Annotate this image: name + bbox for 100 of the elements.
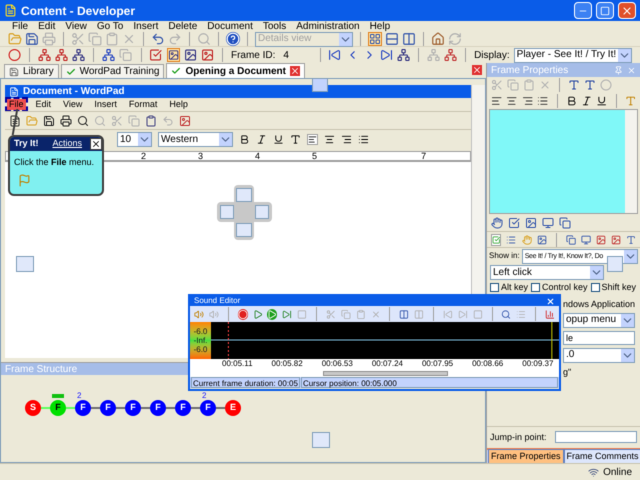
layout-icon[interactable] (368, 32, 382, 46)
help-icon[interactable] (226, 32, 240, 46)
frame-bottom-icon[interactable] (610, 234, 621, 246)
font-icon[interactable] (626, 234, 636, 246)
align-right-icon[interactable] (522, 95, 534, 107)
underline-icon[interactable] (273, 134, 284, 145)
align-left-icon[interactable] (307, 134, 318, 145)
equalizer-icon[interactable] (545, 308, 555, 320)
menu-item[interactable]: Document (207, 22, 253, 32)
list-icon[interactable] (506, 234, 516, 246)
actions-link[interactable]: Actions (52, 137, 82, 151)
branch-icon[interactable] (444, 48, 458, 62)
document-tab[interactable]: WordPad Training (60, 64, 164, 78)
script-dropdown[interactable]: Western (158, 132, 233, 147)
frame-node[interactable]: F (50, 400, 66, 416)
italic-icon[interactable] (580, 95, 592, 107)
menu-item[interactable]: Go To (96, 22, 124, 32)
wordpad-menu-item[interactable]: Format (126, 99, 160, 110)
home-icon[interactable] (431, 32, 445, 46)
frame-link-icon[interactable] (72, 48, 86, 62)
markers-icon[interactable] (414, 308, 424, 320)
wordpad-menu-item[interactable]: Insert (92, 99, 119, 110)
panel-tab[interactable]: Frame Comments (564, 448, 640, 463)
align-right-icon[interactable] (341, 134, 352, 145)
paste-icon[interactable] (145, 114, 157, 126)
print-icon[interactable] (60, 114, 72, 126)
align-center-icon[interactable] (324, 134, 335, 145)
frame-icon[interactable] (184, 48, 197, 62)
capture-icon[interactable] (166, 48, 180, 62)
zoom-icon[interactable] (501, 308, 512, 320)
font-size-dropdown[interactable]: 10 (117, 132, 152, 147)
horizontal-scrollbar[interactable] (323, 370, 448, 376)
frame-node[interactable]: F (125, 400, 141, 416)
frame-node[interactable]: F (75, 400, 91, 416)
frame-icon[interactable] (200, 48, 214, 62)
frame-node[interactable]: F (100, 400, 116, 416)
jump-in-field[interactable] (554, 431, 637, 444)
trim-start-icon[interactable] (442, 308, 453, 320)
wordpad-menu-item[interactable]: Help (167, 99, 190, 110)
screen-icon[interactable] (542, 217, 554, 229)
connect-icon[interactable] (102, 48, 116, 62)
checkbox[interactable] (490, 283, 499, 292)
edit-icon[interactable] (149, 48, 163, 62)
property-field[interactable]: le (563, 330, 635, 344)
bold-icon[interactable] (566, 95, 577, 107)
action-icon[interactable] (491, 234, 502, 246)
frame-node[interactable]: F (200, 400, 216, 416)
menu-item[interactable]: Tools (262, 22, 286, 32)
close-button[interactable] (618, 2, 636, 19)
color-icon[interactable] (624, 95, 636, 107)
paint-icon[interactable] (536, 234, 547, 246)
record-play-icon[interactable] (252, 308, 262, 320)
add-sound-icon[interactable] (194, 308, 204, 320)
copy-icon[interactable] (566, 234, 576, 246)
checkbox[interactable] (590, 283, 600, 292)
frame-top-icon[interactable] (596, 234, 606, 246)
new-icon[interactable] (9, 114, 21, 126)
undo-icon[interactable] (151, 32, 165, 46)
italic-icon[interactable] (256, 134, 267, 145)
menu-item[interactable]: Edit (38, 22, 56, 32)
menu-item[interactable]: Delete (168, 22, 198, 32)
close-icon[interactable] (90, 138, 102, 150)
last-icon[interactable] (380, 48, 393, 62)
delete-frame-icon[interactable] (55, 48, 68, 62)
minimize-button[interactable] (574, 2, 592, 19)
frame-node[interactable]: F (150, 400, 166, 416)
menu-item[interactable]: File (12, 22, 28, 32)
branch-icon[interactable] (396, 48, 410, 62)
menu-item[interactable]: Insert (133, 22, 158, 32)
save-icon[interactable] (25, 32, 39, 46)
frame-node[interactable]: S (25, 400, 41, 416)
font-icon[interactable] (568, 79, 580, 91)
close-document-icon[interactable] (472, 65, 482, 75)
align-left-icon[interactable] (491, 95, 502, 107)
menu-item[interactable]: Help (370, 22, 390, 32)
first-icon[interactable] (328, 48, 342, 62)
pages-icon[interactable] (559, 217, 571, 229)
underline-icon[interactable] (596, 95, 608, 107)
frame-node[interactable]: F (175, 400, 191, 416)
target-icon[interactable] (8, 48, 22, 62)
image-icon[interactable] (525, 217, 537, 229)
vertical-scrollbar[interactable] (625, 110, 637, 213)
property-dropdown[interactable]: opup menu (563, 312, 635, 328)
align-center-icon[interactable] (506, 95, 518, 107)
hand-icon[interactable] (491, 217, 503, 229)
color-icon[interactable] (290, 134, 301, 145)
document-tab[interactable]: Library (4, 64, 59, 78)
menu-item[interactable]: View (65, 22, 87, 32)
close-tab-icon[interactable] (290, 66, 300, 76)
columns-icon[interactable] (402, 32, 416, 46)
rows-icon[interactable] (385, 32, 399, 46)
document-tab[interactable]: Opening a Document (166, 63, 305, 78)
maximize-button[interactable] (596, 2, 614, 19)
frame-node[interactable]: E (225, 400, 241, 416)
pan-control-drawing[interactable] (217, 185, 272, 240)
display-dropdown[interactable]: Player - See It! / Try It! (514, 48, 632, 62)
text-box-icon[interactable] (584, 79, 596, 91)
edit-icon[interactable] (508, 217, 520, 229)
add-frame-icon[interactable] (38, 48, 52, 62)
insert-object-icon[interactable] (179, 114, 191, 126)
